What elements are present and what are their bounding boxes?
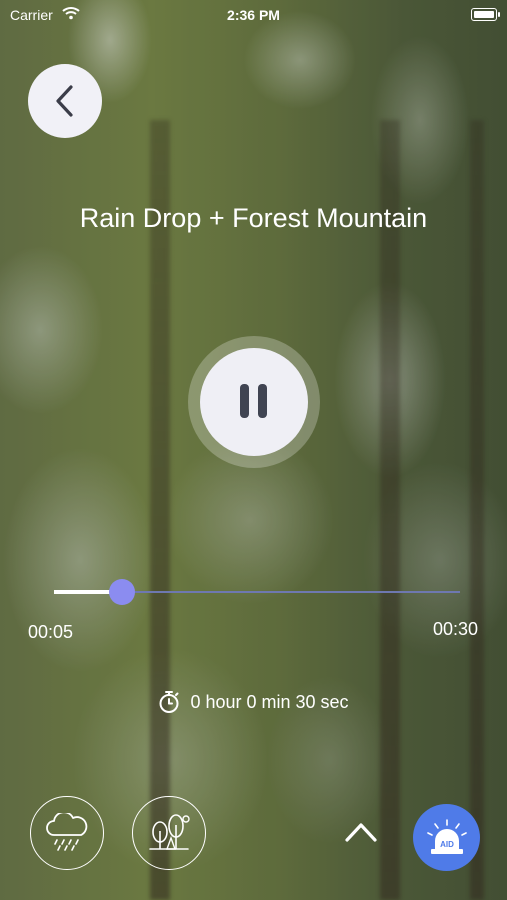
- chevron-up-icon[interactable]: [344, 818, 378, 844]
- aid-label: AID: [440, 840, 454, 849]
- forest-sound-button[interactable]: [132, 796, 206, 870]
- battery-icon: [471, 8, 500, 21]
- back-button[interactable]: [28, 64, 102, 138]
- stopwatch-icon: [159, 691, 179, 713]
- track-title: Rain Drop + Forest Mountain: [79, 203, 428, 233]
- rain-cloud-icon: [46, 813, 88, 851]
- rain-sound-button[interactable]: [30, 796, 104, 870]
- total-duration: 00:30: [432, 619, 478, 639]
- pause-button[interactable]: [200, 348, 308, 456]
- pause-icon: [258, 384, 267, 418]
- slider-thumb[interactable]: [108, 579, 135, 605]
- status-bar: Carrier 2:36 PM: [0, 0, 507, 30]
- elapsed-time: 00:05: [28, 622, 74, 642]
- status-time: 2:36 PM: [227, 7, 280, 23]
- forest-icon: [149, 814, 190, 850]
- siren-icon: AID: [426, 818, 467, 854]
- timer-label: 0 hour 0 min 30 sec: [190, 691, 349, 712]
- sleep-timer[interactable]: 0 hour 0 min 30 sec: [0, 690, 507, 714]
- chevron-left-icon: [56, 85, 73, 117]
- aid-button[interactable]: AID: [413, 804, 480, 871]
- pause-icon: [240, 384, 249, 418]
